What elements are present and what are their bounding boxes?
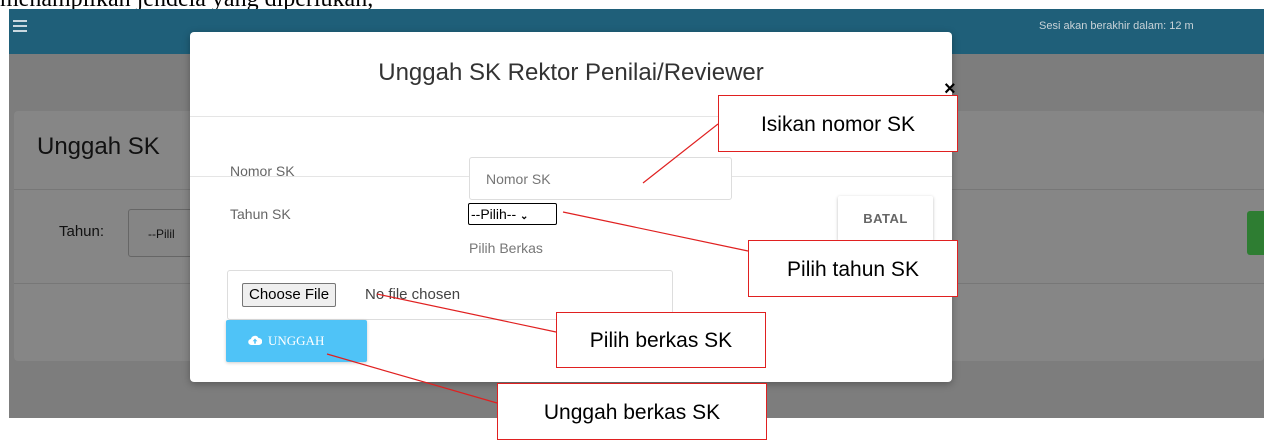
- session-timer: Sesi akan berakhir dalam: 12 m: [1039, 20, 1194, 32]
- callout-unggah: Unggah berkas SK: [497, 383, 767, 440]
- callout-tahun: Pilih tahun SK: [748, 240, 958, 297]
- background-tahun-label: Tahun:: [59, 223, 105, 240]
- no-file-text: No file chosen: [365, 286, 461, 303]
- tahun-sk-select-value: --Pilih--: [471, 206, 517, 222]
- callout-nomor: Isikan nomor SK: [718, 95, 958, 152]
- choose-file-button[interactable]: Choose File: [242, 283, 337, 307]
- modal-title: Unggah SK Rektor Penilai/Reviewer: [378, 59, 764, 86]
- hamburger-menu-icon[interactable]: [13, 18, 27, 32]
- callout-berkas: Pilih berkas SK: [556, 312, 766, 368]
- batal-button[interactable]: BATAL: [838, 196, 933, 241]
- background-page-title: Unggah SK: [37, 133, 160, 160]
- chevron-down-icon: ⌄: [520, 211, 529, 222]
- cloud-upload-icon: [248, 335, 262, 346]
- unggah-button-label: UNGGAH: [268, 333, 325, 348]
- tahun-sk-label: Tahun SK: [230, 206, 291, 222]
- unggah-button[interactable]: UNGGAH: [226, 320, 367, 362]
- nomor-sk-input[interactable]: [469, 157, 732, 200]
- pilih-berkas-label: Pilih Berkas: [469, 240, 543, 256]
- nomor-sk-label: Nomor SK: [230, 163, 295, 179]
- background-green-button[interactable]: [1247, 211, 1264, 255]
- tahun-sk-select[interactable]: --Pilih-- ⌄: [468, 203, 557, 225]
